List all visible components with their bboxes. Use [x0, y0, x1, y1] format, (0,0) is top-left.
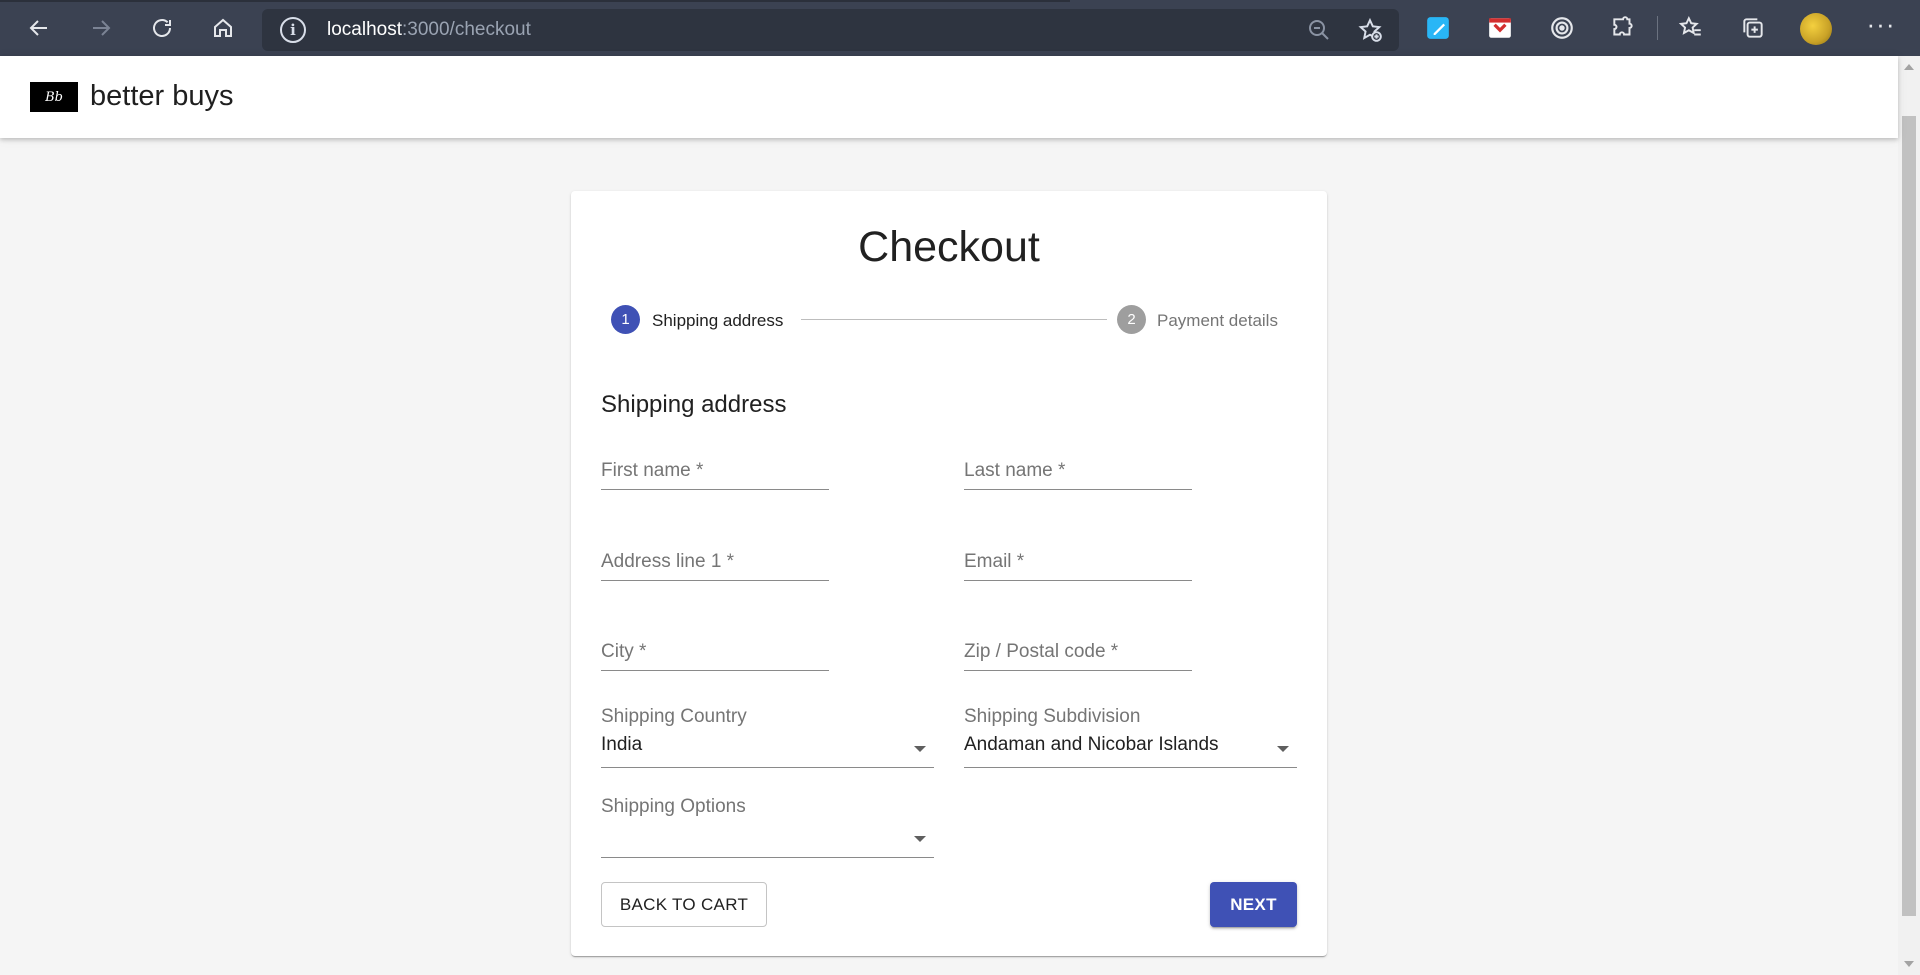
zip-field[interactable]: Zip / Postal code *: [964, 637, 1192, 671]
email-field[interactable]: Email *: [964, 547, 1192, 581]
toolbar-divider: [1657, 16, 1658, 40]
city-field[interactable]: City *: [601, 637, 829, 671]
brand-name[interactable]: better buys: [90, 80, 233, 113]
step-2-label: Payment details: [1157, 311, 1278, 330]
shipping-country-select[interactable]: Shipping Country India: [601, 706, 934, 768]
last-name-label: Last name *: [964, 460, 1066, 481]
shipping-country-label: Shipping Country: [601, 706, 747, 727]
next-button[interactable]: NEXT: [1210, 882, 1297, 927]
checkout-stepper: 1 Shipping address 2 Payment details: [611, 303, 1287, 335]
last-name-field[interactable]: Last name *: [964, 456, 1192, 490]
step-connector: [801, 319, 1107, 320]
page-title: Checkout: [858, 223, 1040, 271]
shipping-country-value: India: [601, 734, 643, 755]
page-scrollbar[interactable]: [1898, 56, 1920, 975]
url-text: localhost:3000/checkout: [327, 19, 531, 40]
scrollbar-thumb[interactable]: [1902, 116, 1916, 916]
back-arrow-icon[interactable]: [19, 8, 59, 48]
zoom-out-icon[interactable]: [1307, 18, 1331, 42]
shipping-options-select[interactable]: Shipping Options: [601, 796, 934, 858]
profile-avatar[interactable]: [1800, 13, 1832, 45]
email-label: Email *: [964, 551, 1025, 572]
chevron-down-icon[interactable]: [1277, 746, 1289, 752]
extensions-puzzle-icon[interactable]: [1609, 14, 1637, 42]
chevron-down-icon[interactable]: [914, 836, 926, 842]
section-title: Shipping address: [601, 391, 787, 418]
brand-logo[interactable]: Bb: [30, 82, 78, 112]
shipping-subdivision-value: Andaman and Nicobar Islands: [964, 734, 1219, 755]
scroll-up-icon[interactable]: [1904, 64, 1914, 70]
add-favorite-icon[interactable]: [1357, 17, 1383, 43]
address-line1-field[interactable]: Address line 1 *: [601, 547, 829, 581]
forward-arrow-icon[interactable]: [81, 8, 121, 48]
extension-target-icon[interactable]: [1548, 14, 1576, 42]
step-1-label: Shipping address: [652, 311, 784, 330]
first-name-label: First name *: [601, 460, 704, 481]
scroll-down-icon[interactable]: [1904, 961, 1914, 967]
collections-icon[interactable]: [1739, 14, 1767, 42]
shipping-options-label: Shipping Options: [601, 796, 746, 817]
browser-toolbar: i localhost:3000/checkout ···: [0, 0, 1920, 56]
app-header: Bb better buys: [0, 56, 1898, 138]
city-label: City *: [601, 641, 647, 662]
shipping-subdivision-select[interactable]: Shipping Subdivision Andaman and Nicobar…: [964, 706, 1297, 768]
chevron-down-icon[interactable]: [914, 746, 926, 752]
zip-label: Zip / Postal code *: [964, 641, 1119, 662]
checkout-card: Checkout 1 Shipping address 2 Payment de…: [571, 191, 1327, 956]
address-bar[interactable]: i localhost:3000/checkout: [262, 9, 1399, 51]
reload-icon[interactable]: [142, 8, 182, 48]
first-name-field[interactable]: First name *: [601, 456, 829, 490]
back-to-cart-button[interactable]: BACK TO CART: [601, 882, 767, 927]
shipping-subdivision-label: Shipping Subdivision: [964, 706, 1141, 727]
more-options-icon[interactable]: ···: [1866, 11, 1896, 42]
extension-pen-icon[interactable]: [1424, 14, 1452, 42]
favorites-icon[interactable]: [1677, 14, 1705, 42]
address-line1-label: Address line 1 *: [601, 551, 735, 572]
extension-pocket-icon[interactable]: [1486, 14, 1514, 42]
step-2-indicator: 2: [1117, 305, 1146, 334]
home-icon[interactable]: [203, 8, 243, 48]
step-1-indicator: 1: [611, 305, 640, 334]
site-info-icon[interactable]: i: [280, 17, 306, 43]
